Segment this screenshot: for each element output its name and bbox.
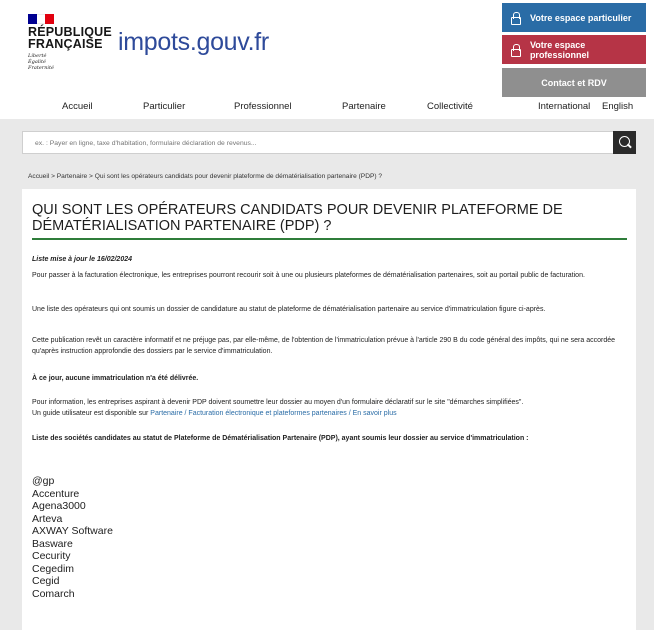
site-header: RÉPUBLIQUE FRANÇAISE Liberté Égalité Fra…: [0, 0, 654, 100]
search-bar: [22, 131, 636, 154]
list-item: Agena3000: [32, 500, 86, 512]
paragraph-guide: Un guide utilisateur est disponible sur …: [32, 409, 626, 420]
motto-fraternite: Fraternité: [28, 65, 54, 71]
espace-professionnel-button[interactable]: Votre espace professionnel: [502, 35, 646, 64]
list-item: @gp: [32, 475, 55, 487]
nav-item-english[interactable]: English: [602, 101, 633, 112]
paragraph-information: Pour information, les entreprises aspira…: [32, 398, 626, 419]
french-flag-icon: [28, 14, 55, 24]
guide-link[interactable]: Partenaire / Facturation électronique et…: [150, 410, 396, 417]
guide-prefix: Un guide utilisateur est disponible sur: [32, 409, 151, 417]
page-title: QUI SONT LES OPÉRATEURS CANDIDATS POUR D…: [32, 202, 563, 234]
contact-rdv-button[interactable]: Contact et RDV: [502, 68, 646, 97]
lock-icon: [510, 43, 521, 57]
list-item: Comarch: [32, 587, 75, 600]
paragraph-disclaimer: Cette publication revêt un caractère inf…: [32, 337, 615, 355]
nav-item-professionnel[interactable]: Professionnel: [234, 101, 292, 112]
espace-professionnel-label: Votre espace professionnel: [529, 39, 589, 60]
nav-item-particulier[interactable]: Particulier: [143, 101, 185, 112]
nav-item-accueil[interactable]: Accueil: [62, 101, 93, 112]
list-item: Basware: [32, 537, 73, 550]
list-item: Cegid: [32, 575, 60, 587]
site-logo[interactable]: impots.gouv.fr: [118, 28, 269, 57]
main-content: QUI SONT LES OPÉRATEURS CANDIDATS POUR D…: [22, 189, 636, 630]
title-divider: [32, 238, 627, 240]
republique-francaise-logo[interactable]: RÉPUBLIQUE FRANÇAISE: [28, 26, 112, 51]
republic-line-2: FRANÇAISE: [28, 37, 103, 51]
update-date: Liste mise à jour le 16/02/2024: [32, 256, 133, 263]
paragraph-list-info: Une liste des opérateurs qui ont soumis …: [32, 306, 546, 313]
paragraph-companies-heading: Liste des sociétés candidates au statut …: [32, 435, 529, 442]
paragraph-no-registration: À ce jour, aucune immatriculation n'a ét…: [32, 375, 199, 382]
republic-motto: Liberté Égalité Fraternité: [28, 53, 54, 71]
main-nav: Accueil Particulier Professionnel Parten…: [0, 100, 654, 119]
espace-particulier-label: Votre espace particulier: [530, 12, 632, 23]
breadcrumb[interactable]: Accueil > Partenaire > Qui sont les opér…: [28, 173, 382, 180]
search-icon[interactable]: [613, 131, 636, 154]
search-input[interactable]: [23, 133, 608, 154]
nav-item-partenaire[interactable]: Partenaire: [342, 101, 386, 112]
paragraph-demarches: Pour information, les entreprises aspira…: [32, 399, 524, 406]
espace-particulier-button[interactable]: Votre espace particulier: [502, 3, 646, 32]
lock-icon: [510, 11, 521, 25]
paragraph-intro: Pour passer à la facturation électroniqu…: [32, 272, 585, 279]
list-item: Arteva: [32, 512, 63, 525]
nav-item-collectivite[interactable]: Collectivité: [427, 101, 473, 112]
contact-rdv-label: Contact et RDV: [541, 77, 607, 88]
list-item: AXWAY Software: [32, 525, 113, 537]
companies-list: @gp Accenture Agena3000 Arteva AXWAY Sof…: [32, 475, 113, 600]
list-item: Cegedim: [32, 562, 75, 575]
list-item: Cecurity: [32, 550, 71, 562]
nav-item-international[interactable]: International: [538, 101, 590, 112]
list-item: Accenture: [32, 487, 80, 500]
